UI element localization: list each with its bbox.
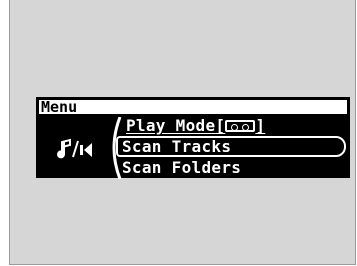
menu-item-play-mode[interactable]: Play Mode[] [126, 116, 265, 136]
menu-header-bar: Menu [38, 98, 348, 116]
menu-item-scan-folders[interactable]: Scan Folders [122, 158, 241, 178]
play-mode-label: Play Mode [126, 116, 216, 135]
music-note-icon [56, 137, 96, 161]
menu-title: Menu [41, 98, 78, 116]
bracket-open: [ [215, 116, 226, 135]
lcd-display: Menu Play Mode[] Scan Tracks Scan Folder… [36, 97, 350, 179]
tape-icon [225, 120, 256, 132]
menu-item-scan-tracks[interactable]: Scan Tracks [122, 137, 231, 157]
bracket-close: ] [255, 116, 266, 135]
screen-frame: Menu Play Mode[] Scan Tracks Scan Folder… [9, 0, 356, 265]
